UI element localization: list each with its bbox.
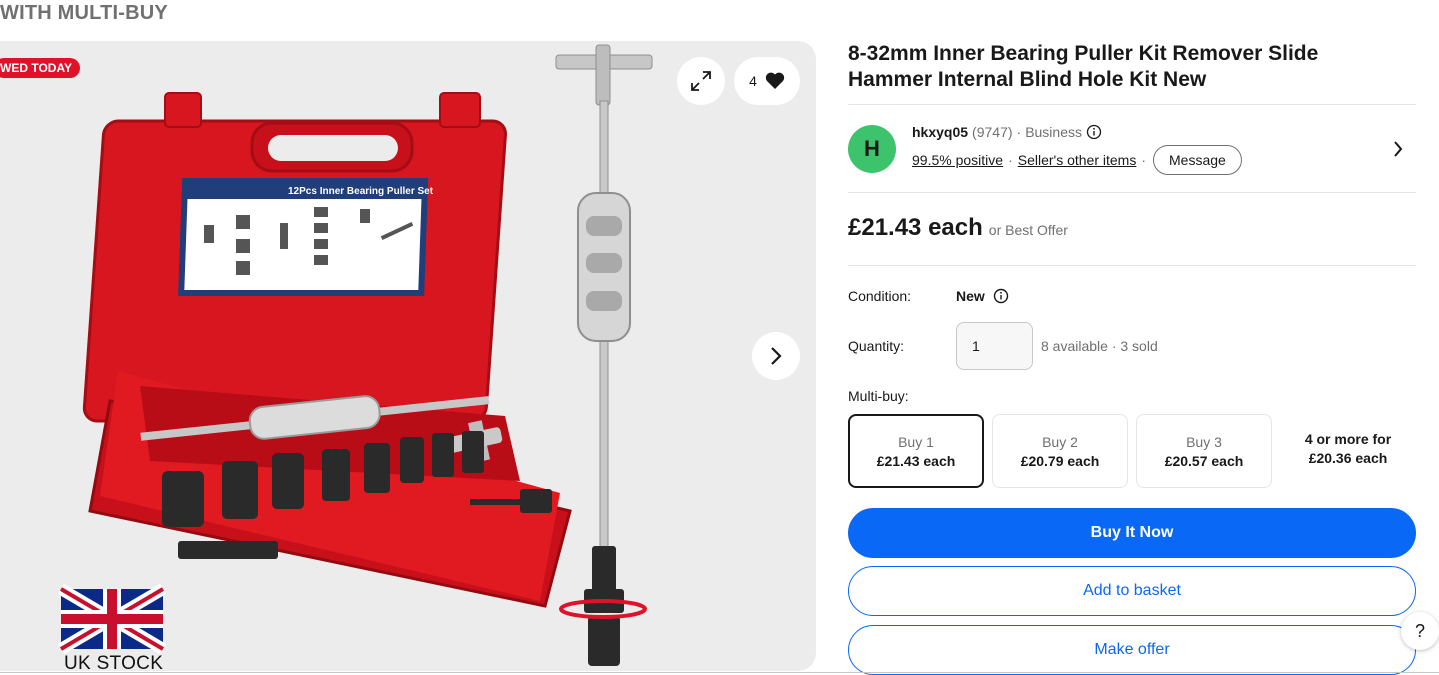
- uk-flag-graphic: [57, 583, 167, 655]
- multibuy-option-1[interactable]: Buy 1 £21.43 each: [848, 414, 984, 488]
- separator: ·: [1016, 124, 1022, 140]
- page-bottom-border: [0, 672, 1439, 673]
- multibuy-option-label: Buy 3: [1186, 433, 1222, 450]
- chevron-right-icon[interactable]: [1392, 139, 1404, 159]
- quantity-input[interactable]: [956, 322, 1033, 370]
- message-seller-button[interactable]: Message: [1153, 145, 1242, 175]
- watchlist-button[interactable]: 4: [734, 57, 800, 105]
- divider: [848, 192, 1416, 193]
- separator: ·: [1141, 152, 1147, 168]
- watch-count: 4: [749, 73, 757, 89]
- slide-hammer-graphic: [555, 44, 653, 666]
- divider: [848, 265, 1416, 266]
- sold-badge: WED TODAY: [0, 58, 81, 78]
- info-icon[interactable]: [993, 288, 1009, 304]
- expand-image-button[interactable]: [677, 57, 725, 105]
- seller-other-items-link[interactable]: Seller's other items: [1018, 152, 1137, 168]
- multi-buy-promo-heading: WITH MULTI-BUY: [0, 2, 168, 24]
- listing-title: 8-32mm Inner Bearing Puller Kit Remover …: [848, 42, 1319, 91]
- quantity-label: Quantity:: [848, 338, 905, 354]
- make-offer-button[interactable]: Make offer: [848, 625, 1416, 675]
- buy-it-now-button[interactable]: Buy It Now: [848, 508, 1416, 558]
- seller-summary: hkxyq05 (9747) · Business: [912, 124, 1102, 140]
- multibuy-more-line1: 4 or more for: [1304, 431, 1392, 447]
- multibuy-option-3[interactable]: Buy 3 £20.57 each: [1136, 414, 1272, 488]
- heart-icon: [765, 72, 785, 89]
- multibuy-option-price: £20.79 each: [1020, 452, 1100, 469]
- multibuy-label: Multi-buy:: [848, 388, 909, 404]
- best-offer-note: or Best Offer: [988, 222, 1068, 238]
- expand-icon: [691, 71, 711, 91]
- condition-value: New: [956, 288, 1009, 304]
- separator: ·: [1008, 152, 1013, 168]
- seller-name-link[interactable]: hkxyq05: [912, 124, 968, 140]
- product-image: 12Pcs Inner Bearing Puller Set: [57, 44, 653, 666]
- tool-case-graphic: 12Pcs Inner Bearing Puller Set: [82, 92, 572, 608]
- seller-avatar[interactable]: H: [848, 125, 896, 173]
- product-image-gallery[interactable]: 12Pcs Inner Bearing Puller Set WED TODAY…: [0, 41, 816, 671]
- multibuy-option-price: £21.43 each: [876, 452, 956, 469]
- seller-feedback-count: (9747): [972, 124, 1013, 140]
- price-row: £21.43 each or Best Offer: [848, 214, 1068, 242]
- multibuy-option-more[interactable]: 4 or more for £20.36 each: [1282, 430, 1414, 468]
- condition-text: New: [956, 288, 985, 304]
- info-icon[interactable]: [1086, 124, 1102, 140]
- condition-label: Condition:: [848, 288, 912, 304]
- box-label: 12Pcs Inner Bearing Puller Set: [288, 186, 434, 197]
- multibuy-option-price: £20.57 each: [1164, 452, 1244, 469]
- multibuy-more-line2: £20.36 each: [1308, 450, 1388, 466]
- multibuy-option-2[interactable]: Buy 2 £20.79 each: [992, 414, 1128, 488]
- divider: [848, 104, 1416, 105]
- multibuy-option-label: Buy 2: [1042, 433, 1078, 450]
- add-to-basket-button[interactable]: Add to basket: [848, 566, 1416, 616]
- availability-text: 8 available · 3 sold: [1041, 338, 1158, 354]
- help-button[interactable]: ?: [1401, 612, 1439, 650]
- seller-actions: 99.5% positive · Seller's other items · …: [912, 145, 1242, 175]
- multibuy-option-label: Buy 1: [898, 433, 934, 450]
- seller-positive-link[interactable]: 99.5% positive: [912, 152, 1003, 168]
- next-image-button[interactable]: [752, 332, 800, 380]
- chevron-right-icon: [771, 347, 782, 365]
- seller-type: Business: [1025, 124, 1082, 140]
- item-price: £21.43 each: [848, 214, 983, 241]
- uk-stock-label: UK STOCK: [64, 653, 164, 671]
